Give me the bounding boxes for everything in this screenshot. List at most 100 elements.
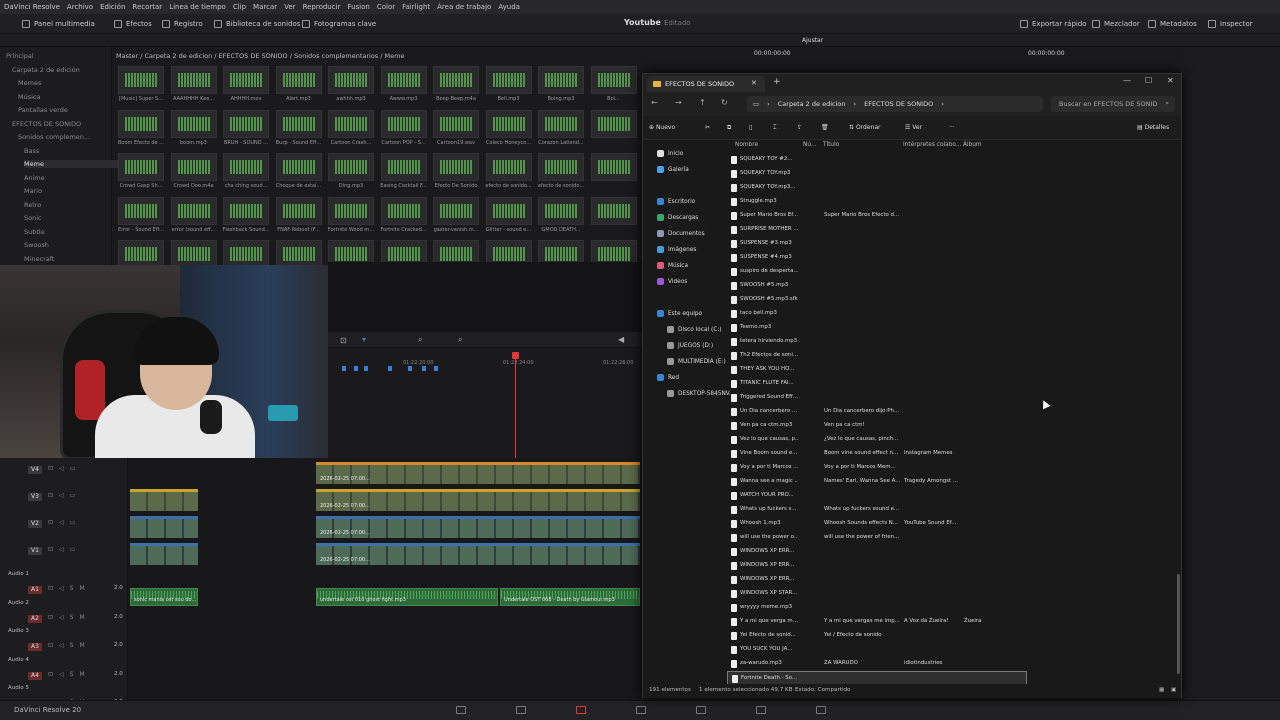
back-icon[interactable]: ←	[651, 98, 658, 107]
page-deliver-icon[interactable]	[816, 706, 826, 714]
media-clip[interactable]: Coleco Honeyco...	[484, 109, 534, 150]
file-row[interactable]: WINDOWS XP STAR...	[727, 587, 1027, 601]
up-icon[interactable]: ↑	[699, 98, 706, 107]
file-row[interactable]: Fortnite Death - So...	[727, 671, 1027, 684]
media-clip[interactable]: FNAF Reboot (F...	[274, 196, 324, 237]
view-button[interactable]: ☰ Ver	[905, 124, 922, 131]
media-clip[interactable]: efecto de sonido...	[536, 153, 586, 193]
bin-item[interactable]: Subtle	[24, 228, 45, 236]
file-row[interactable]: Vez lo que causas, p... ¿Vez lo que causa…	[727, 433, 1027, 447]
metadata-button[interactable]: Metadatos	[1148, 14, 1197, 34]
playhead-handle[interactable]	[512, 352, 519, 359]
track-controls-icon[interactable]: ⊡◁SM	[48, 642, 91, 649]
bin-item[interactable]: Pantallas verde	[18, 106, 68, 114]
nav-item[interactable]: Inicio	[657, 150, 683, 157]
media-clip[interactable]: AHHHH.mov	[221, 66, 271, 106]
media-clip[interactable]: Crowd Ooo.m4a	[169, 153, 219, 193]
track-controls-icon[interactable]: ⊡◁▭	[48, 519, 81, 526]
menu-item[interactable]: Ayuda	[498, 3, 520, 11]
media-clip[interactable]: Boi...	[589, 66, 639, 106]
bin-item[interactable]: Retro	[24, 201, 41, 209]
timeline-ruler[interactable]: 01:22:20:00 01:22:24:00 01:22:28:00	[328, 348, 642, 458]
column-artists[interactable]: Intérpretes colabo...	[903, 142, 961, 148]
menu-item[interactable]: Color	[377, 3, 395, 11]
file-row[interactable]: tetera hirviendo.mp3	[727, 335, 1027, 349]
new-tab-icon[interactable]: +	[773, 77, 781, 87]
file-row[interactable]: suspiro de desperta...	[727, 265, 1027, 279]
timeline-marker[interactable]	[364, 366, 368, 371]
explorer-tab[interactable]: EFECTOS DE SONIDO	[647, 76, 765, 92]
track-controls-icon[interactable]: ⊡◁▭	[48, 492, 81, 499]
track-controls-icon[interactable]: ⊡◁SM	[48, 614, 91, 621]
nav-item[interactable]: Red	[657, 374, 679, 381]
column-title[interactable]: Título	[823, 142, 839, 148]
nav-item[interactable]: Videos	[657, 278, 687, 285]
file-row[interactable]: YOU SUCK YOU JA...	[727, 643, 1027, 657]
media-clip[interactable]: Easing Cocktail F...	[379, 153, 429, 193]
media-clip[interactable]: Ding.mp3	[326, 153, 376, 193]
menu-item[interactable]: Clip	[233, 3, 246, 11]
cut-icon[interactable]: ✂	[705, 124, 710, 131]
bin-item[interactable]: Memes	[18, 79, 41, 87]
quick-export-button[interactable]: Exportar rápido	[1020, 14, 1087, 34]
page-color-icon[interactable]	[696, 706, 706, 714]
media-clip[interactable]: GMOD DEATH...	[536, 196, 586, 237]
keyframes-button[interactable]: Fotogramas clave	[302, 14, 376, 34]
sound-library-button[interactable]: Biblioteca de sonidos	[214, 14, 300, 34]
page-edit-icon[interactable]	[576, 706, 586, 714]
bin-item[interactable]: Minecraft	[24, 255, 55, 263]
page-media-icon[interactable]	[456, 706, 466, 714]
video-clip[interactable]	[130, 543, 198, 565]
file-row[interactable]: SQUEAKY TOY.mp3...	[727, 181, 1027, 195]
file-row[interactable]: WATCH YOUR PRO...	[727, 489, 1027, 503]
media-clip[interactable]: Alert.mp3	[274, 66, 324, 106]
copy-icon[interactable]: ⧉	[727, 124, 731, 132]
media-clip[interactable]: AAAHHHH Kee...	[169, 66, 219, 106]
media-clip[interactable]: Cartoon Crash...	[326, 109, 376, 150]
close-window-icon[interactable]: ✕	[1167, 76, 1174, 85]
media-clip[interactable]: Corazon Latiend...	[536, 109, 586, 150]
file-row[interactable]: SURPRISE MOTHER ...	[727, 223, 1027, 237]
file-row[interactable]: will use the power o... will use the powe…	[727, 531, 1027, 545]
zoom-mode-dropdown[interactable]: Ajustar	[802, 37, 823, 44]
nav-item[interactable]: Escritorio	[657, 198, 695, 205]
menu-item[interactable]: Área de trabajo	[437, 3, 491, 11]
menu-item[interactable]: Fusion	[347, 3, 369, 11]
lock-icon[interactable]: ⊡	[340, 336, 347, 345]
nav-item[interactable]: JUEGOS (D:)	[667, 342, 713, 349]
file-row[interactable]: WINDOWS XP ERR...	[727, 545, 1027, 559]
column-name[interactable]: Nombre	[735, 142, 758, 148]
file-row[interactable]: Vine Boom sound e... Boom vine sound effe…	[727, 447, 1027, 461]
edit-index-button[interactable]: Registro	[162, 14, 203, 34]
timeline-marker[interactable]	[434, 366, 438, 371]
audio-clip[interactable]: undertale ost 010 ghost fight.mp3	[316, 588, 498, 606]
media-clip[interactable]: boom.mp3	[169, 109, 219, 150]
menu-item[interactable]: Archivo	[67, 3, 93, 11]
media-pool-button[interactable]: Panel multimedia	[22, 14, 95, 34]
nav-item[interactable]: Documentos	[657, 230, 705, 237]
media-clip[interactable]: Error - Sound Eff...	[116, 196, 166, 237]
video-clip[interactable]: 2026-02-25 07:00...	[316, 489, 640, 511]
file-row[interactable]: Voy a por ti Marcos ... Voy a por ti Marc…	[727, 461, 1027, 475]
details-button[interactable]: ▤ Detalles	[1137, 124, 1169, 131]
address-bar[interactable]: ▭ › Carpeta 2 de edicion › EFECTOS DE SO…	[747, 96, 1043, 112]
page-fusion-icon[interactable]	[636, 706, 646, 714]
menu-item[interactable]: Reproducir	[303, 3, 341, 11]
maximize-icon[interactable]: ☐	[1145, 76, 1152, 85]
file-row[interactable]: WINDOWS XP ERR...	[727, 573, 1027, 587]
file-row[interactable]: wryyyy meme.mp3	[727, 601, 1027, 615]
media-clip[interactable]: [Music] Super S...	[116, 66, 166, 106]
mixer-button[interactable]: Mezclador	[1092, 14, 1140, 34]
delete-icon[interactable]: 🗑	[821, 124, 829, 131]
media-clip[interactable]: Boing.mp3	[536, 66, 586, 106]
share-icon[interactable]: ⇪	[797, 124, 802, 131]
media-clip[interactable]: Crowd Gasp Sh...	[116, 153, 166, 193]
bin-item[interactable]: Swoosh	[24, 241, 49, 249]
file-row[interactable]: Ven pa ca ctm.mp3 Ven pa ca ctm!	[727, 419, 1027, 433]
media-clip[interactable]: Boom Efecto de ...	[116, 109, 166, 150]
media-clip[interactable]: BRUH - SOUND ...	[221, 109, 271, 150]
bin-item[interactable]: Mario	[24, 187, 42, 195]
menu-item[interactable]: Recortar	[132, 3, 162, 11]
media-clip[interactable]: cha ching soud...	[221, 153, 271, 193]
menu-item[interactable]: Edición	[100, 3, 125, 11]
